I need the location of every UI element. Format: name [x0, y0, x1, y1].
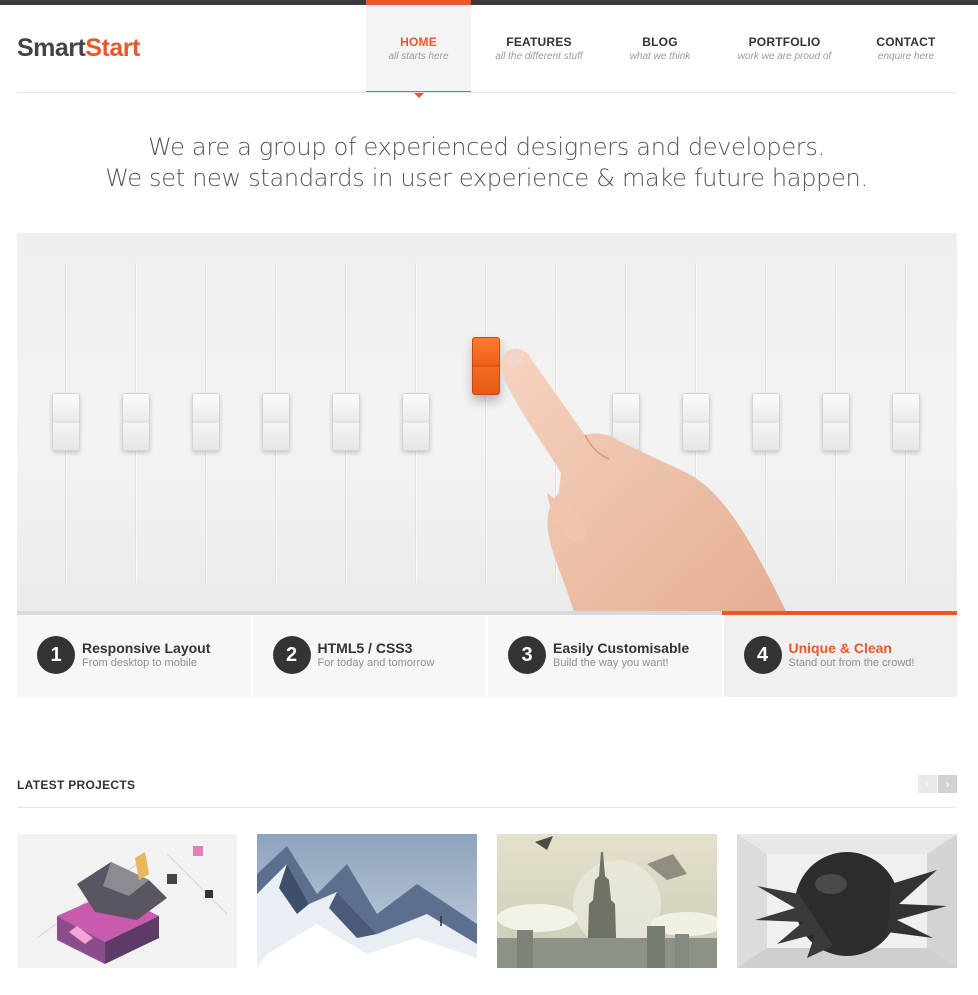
feature-number: 2: [272, 636, 311, 674]
feature-tab-1[interactable]: 1 Responsive Layout From desktop to mobi…: [17, 615, 253, 697]
tagline-line-1: We are a group of experienced designers …: [148, 133, 825, 161]
feature-subtitle: For today and tomorrow: [317, 657, 435, 669]
feature-number: 3: [508, 636, 546, 674]
project-thumb-dark-sphere[interactable]: [737, 834, 957, 968]
nav-sublabel: work we are proud of: [737, 51, 832, 62]
feature-number: 1: [37, 636, 75, 674]
nav-item-blog[interactable]: BLOG what we think: [607, 0, 713, 93]
nav-sublabel: all the different stuff: [495, 51, 583, 62]
feature-subtitle: Build the way you want!: [553, 657, 669, 669]
projects-grid: [17, 834, 957, 968]
chevron-right-icon[interactable]: ›: [938, 775, 957, 793]
nav-label: PORTFOLIO: [748, 35, 821, 49]
feature-title: Responsive Layout: [82, 640, 211, 656]
hero-tagline: We are a group of experienced designers …: [17, 132, 956, 194]
logo[interactable]: SmartStart: [17, 33, 140, 63]
fader-knob: [892, 393, 920, 451]
nav-sublabel: enquire here: [877, 51, 935, 62]
nav-label: BLOG: [642, 35, 678, 49]
chevron-left-icon[interactable]: ‹: [918, 775, 937, 793]
fader-knob: [192, 393, 220, 451]
project-thumb-isometric-cube[interactable]: [17, 834, 237, 968]
main-nav: HOME all starts here FEATURES all the di…: [366, 0, 956, 98]
fader-knob: [52, 393, 80, 451]
fader-knob: [402, 393, 430, 451]
nav-label: FEATURES: [506, 35, 572, 49]
fader-knob: [122, 393, 150, 451]
nav-label: HOME: [400, 35, 437, 49]
feature-tabs: 1 Responsive Layout From desktop to mobi…: [17, 615, 957, 697]
project-thumb-snowy-mountain[interactable]: [257, 834, 477, 968]
nav-label: CONTACT: [876, 35, 936, 49]
feature-subtitle: Stand out from the crowd!: [788, 657, 915, 669]
fader-knob: [262, 393, 290, 451]
latest-projects-title: LATEST PROJECTS: [17, 778, 136, 792]
feature-title: Unique & Clean: [788, 640, 892, 656]
fader-knob: [332, 393, 360, 451]
feature-tab-2[interactable]: 2 HTML5 / CSS3 For today and tomorrow: [252, 615, 488, 697]
feature-tab-4[interactable]: 4 Unique & Clean Stand out from the crow…: [723, 615, 957, 697]
hero-slider[interactable]: [17, 233, 957, 613]
tagline-line-2: We set new standards in user experience …: [105, 164, 868, 192]
nav-item-portfolio[interactable]: PORTFOLIO work we are proud of: [713, 0, 856, 93]
feature-title: HTML5 / CSS3: [317, 640, 413, 656]
nav-item-features[interactable]: FEATURES all the different stuff: [471, 0, 607, 93]
carousel-controls: ‹ ›: [918, 775, 957, 793]
header-divider: [17, 92, 956, 93]
hand-icon: [501, 348, 787, 613]
feature-subtitle: From desktop to mobile: [82, 657, 197, 669]
logo-part-2: Start: [85, 34, 140, 62]
nav-item-home[interactable]: HOME all starts here: [366, 0, 471, 98]
feature-number: 4: [743, 636, 782, 674]
nav-sublabel: what we think: [629, 51, 691, 62]
fader-knob: [822, 393, 850, 451]
section-divider: [17, 807, 956, 808]
feature-title: Easily Customisable: [553, 640, 690, 656]
feature-tab-3[interactable]: 3 Easily Customisable Build the way you …: [488, 615, 724, 697]
nav-item-contact[interactable]: CONTACT enquire here: [856, 0, 956, 93]
logo-part-1: Smart: [17, 34, 86, 62]
project-thumb-city-tower[interactable]: [497, 834, 717, 968]
nav-sublabel: all starts here: [388, 51, 449, 62]
